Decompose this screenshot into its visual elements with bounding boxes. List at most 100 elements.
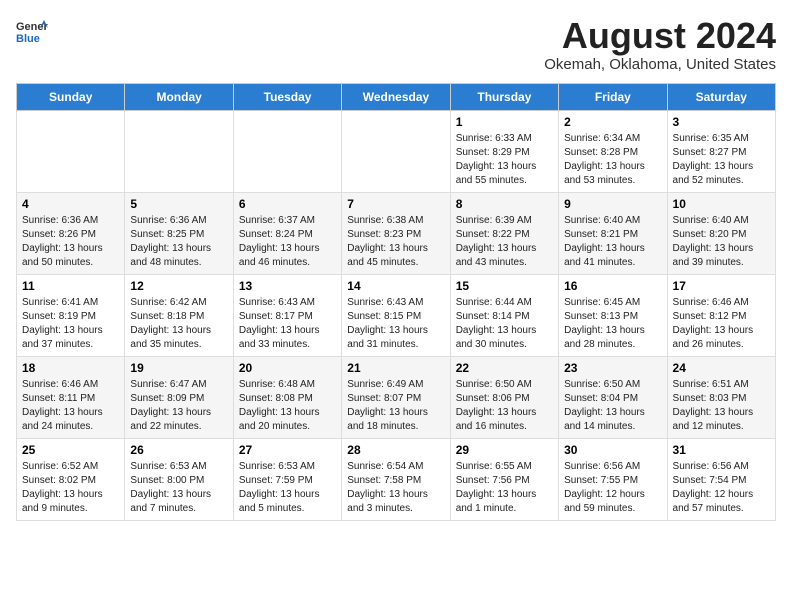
calendar-cell: 14Sunrise: 6:43 AM Sunset: 8:15 PM Dayli… (342, 274, 450, 356)
calendar-cell: 26Sunrise: 6:53 AM Sunset: 8:00 PM Dayli… (125, 438, 233, 520)
day-number: 5 (130, 197, 227, 211)
day-number: 16 (564, 279, 661, 293)
day-of-week-header: Saturday (667, 83, 775, 110)
cell-content: Sunrise: 6:56 AM Sunset: 7:54 PM Dayligh… (673, 460, 770, 516)
cell-content: Sunrise: 6:51 AM Sunset: 8:03 PM Dayligh… (673, 378, 770, 434)
day-number: 11 (22, 279, 119, 293)
calendar-cell: 1 Sunrise: 6:33 AM Sunset: 8:29 PM Daylig… (450, 110, 558, 192)
calendar-cell: 15Sunrise: 6:44 AM Sunset: 8:14 PM Dayli… (450, 274, 558, 356)
calendar-cell: 19Sunrise: 6:47 AM Sunset: 8:09 PM Dayli… (125, 356, 233, 438)
calendar-cell: 16 Sunrise: 6:45 AM Sunset: 8:13 PM Dayli… (559, 274, 667, 356)
calendar-cell: 7 Sunrise: 6:38 AM Sunset: 8:23 PM Daylig… (342, 192, 450, 274)
calendar-cell: 22 Sunrise: 6:50 AM Sunset: 8:06 PM Dayli… (450, 356, 558, 438)
calendar-week-row: 1 Sunrise: 6:33 AM Sunset: 8:29 PM Daylig… (17, 110, 776, 192)
logo: General Blue (16, 16, 48, 48)
cell-content: Sunrise: 6:40 AM Sunset: 8:20 PM Dayligh… (673, 214, 770, 270)
day-number: 28 (347, 443, 444, 457)
day-number: 20 (239, 361, 336, 375)
calendar-week-row: 11 Sunrise: 6:41 AM Sunset: 8:19 PM Dayli… (17, 274, 776, 356)
cell-content: Sunrise: 6:43 AM Sunset: 8:15 PM Dayligh… (347, 296, 444, 352)
calendar-cell: 20 Sunrise: 6:48 AM Sunset: 8:08 PM Dayli… (233, 356, 341, 438)
location: Okemah, Oklahoma, United States (544, 56, 776, 73)
day-number: 27 (239, 443, 336, 457)
calendar-cell: 31Sunrise: 6:56 AM Sunset: 7:54 PM Dayli… (667, 438, 775, 520)
calendar-cell: 18 Sunrise: 6:46 AM Sunset: 8:11 PM Dayli… (17, 356, 125, 438)
cell-content: Sunrise: 6:55 AM Sunset: 7:56 PM Dayligh… (456, 460, 553, 516)
calendar-cell (125, 110, 233, 192)
calendar-week-row: 18 Sunrise: 6:46 AM Sunset: 8:11 PM Dayli… (17, 356, 776, 438)
cell-content: Sunrise: 6:41 AM Sunset: 8:19 PM Dayligh… (22, 296, 119, 352)
calendar-cell: 11 Sunrise: 6:41 AM Sunset: 8:19 PM Dayli… (17, 274, 125, 356)
cell-content: Sunrise: 6:36 AM Sunset: 8:25 PM Dayligh… (130, 214, 227, 270)
calendar-cell: 24 Sunrise: 6:51 AM Sunset: 8:03 PM Dayli… (667, 356, 775, 438)
day-of-week-header: Sunday (17, 83, 125, 110)
calendar-cell: 21Sunrise: 6:49 AM Sunset: 8:07 PM Dayli… (342, 356, 450, 438)
calendar-cell: 10 Sunrise: 6:40 AM Sunset: 8:20 PM Dayli… (667, 192, 775, 274)
day-number: 23 (564, 361, 661, 375)
cell-content: Sunrise: 6:45 AM Sunset: 8:13 PM Dayligh… (564, 296, 661, 352)
day-number: 2 (564, 115, 661, 129)
calendar-header-row: SundayMondayTuesdayWednesdayThursdayFrid… (17, 83, 776, 110)
day-number: 25 (22, 443, 119, 457)
calendar-cell: 4 Sunrise: 6:36 AM Sunset: 8:26 PM Daylig… (17, 192, 125, 274)
day-number: 24 (673, 361, 770, 375)
cell-content: Sunrise: 6:49 AM Sunset: 8:07 PM Dayligh… (347, 378, 444, 434)
day-number: 30 (564, 443, 661, 457)
calendar-cell: 3Sunrise: 6:35 AM Sunset: 8:27 PM Daylig… (667, 110, 775, 192)
svg-text:Blue: Blue (16, 33, 40, 45)
page-header: General Blue August 2024 Okemah, Oklahom… (16, 16, 776, 73)
day-of-week-header: Tuesday (233, 83, 341, 110)
cell-content: Sunrise: 6:50 AM Sunset: 8:06 PM Dayligh… (456, 378, 553, 434)
calendar-cell: 23 Sunrise: 6:50 AM Sunset: 8:04 PM Dayli… (559, 356, 667, 438)
day-of-week-header: Wednesday (342, 83, 450, 110)
calendar-cell: 29 Sunrise: 6:55 AM Sunset: 7:56 PM Dayli… (450, 438, 558, 520)
cell-content: Sunrise: 6:36 AM Sunset: 8:26 PM Dayligh… (22, 214, 119, 270)
cell-content: Sunrise: 6:46 AM Sunset: 8:11 PM Dayligh… (22, 378, 119, 434)
cell-content: Sunrise: 6:52 AM Sunset: 8:02 PM Dayligh… (22, 460, 119, 516)
day-number: 3 (673, 115, 770, 129)
day-number: 13 (239, 279, 336, 293)
cell-content: Sunrise: 6:44 AM Sunset: 8:14 PM Dayligh… (456, 296, 553, 352)
day-number: 7 (347, 197, 444, 211)
day-number: 29 (456, 443, 553, 457)
logo-icon: General Blue (16, 16, 48, 48)
calendar-cell: 30 Sunrise: 6:56 AM Sunset: 7:55 PM Dayli… (559, 438, 667, 520)
title-block: August 2024 Okemah, Oklahoma, United Sta… (544, 16, 776, 73)
calendar-cell: 8Sunrise: 6:39 AM Sunset: 8:22 PM Daylig… (450, 192, 558, 274)
calendar-cell: 2 Sunrise: 6:34 AM Sunset: 8:28 PM Daylig… (559, 110, 667, 192)
calendar-week-row: 4 Sunrise: 6:36 AM Sunset: 8:26 PM Daylig… (17, 192, 776, 274)
day-number: 9 (564, 197, 661, 211)
day-of-week-header: Monday (125, 83, 233, 110)
calendar-cell: 25 Sunrise: 6:52 AM Sunset: 8:02 PM Dayli… (17, 438, 125, 520)
calendar-cell (233, 110, 341, 192)
cell-content: Sunrise: 6:37 AM Sunset: 8:24 PM Dayligh… (239, 214, 336, 270)
day-number: 17 (673, 279, 770, 293)
cell-content: Sunrise: 6:48 AM Sunset: 8:08 PM Dayligh… (239, 378, 336, 434)
day-number: 12 (130, 279, 227, 293)
calendar-cell: 28 Sunrise: 6:54 AM Sunset: 7:58 PM Dayli… (342, 438, 450, 520)
day-number: 10 (673, 197, 770, 211)
calendar-cell: 5 Sunrise: 6:36 AM Sunset: 8:25 PM Daylig… (125, 192, 233, 274)
cell-content: Sunrise: 6:33 AM Sunset: 8:29 PM Dayligh… (456, 132, 553, 188)
day-number: 19 (130, 361, 227, 375)
cell-content: Sunrise: 6:42 AM Sunset: 8:18 PM Dayligh… (130, 296, 227, 352)
calendar-week-row: 25 Sunrise: 6:52 AM Sunset: 8:02 PM Dayli… (17, 438, 776, 520)
day-number: 1 (456, 115, 553, 129)
day-number: 18 (22, 361, 119, 375)
cell-content: Sunrise: 6:50 AM Sunset: 8:04 PM Dayligh… (564, 378, 661, 434)
cell-content: Sunrise: 6:38 AM Sunset: 8:23 PM Dayligh… (347, 214, 444, 270)
day-number: 4 (22, 197, 119, 211)
cell-content: Sunrise: 6:46 AM Sunset: 8:12 PM Dayligh… (673, 296, 770, 352)
cell-content: Sunrise: 6:40 AM Sunset: 8:21 PM Dayligh… (564, 214, 661, 270)
calendar-cell (342, 110, 450, 192)
day-of-week-header: Friday (559, 83, 667, 110)
day-of-week-header: Thursday (450, 83, 558, 110)
calendar-cell (17, 110, 125, 192)
cell-content: Sunrise: 6:56 AM Sunset: 7:55 PM Dayligh… (564, 460, 661, 516)
calendar-cell: 6Sunrise: 6:37 AM Sunset: 8:24 PM Daylig… (233, 192, 341, 274)
calendar-cell: 27Sunrise: 6:53 AM Sunset: 7:59 PM Dayli… (233, 438, 341, 520)
cell-content: Sunrise: 6:34 AM Sunset: 8:28 PM Dayligh… (564, 132, 661, 188)
calendar-table: SundayMondayTuesdayWednesdayThursdayFrid… (16, 83, 776, 521)
cell-content: Sunrise: 6:54 AM Sunset: 7:58 PM Dayligh… (347, 460, 444, 516)
day-number: 22 (456, 361, 553, 375)
